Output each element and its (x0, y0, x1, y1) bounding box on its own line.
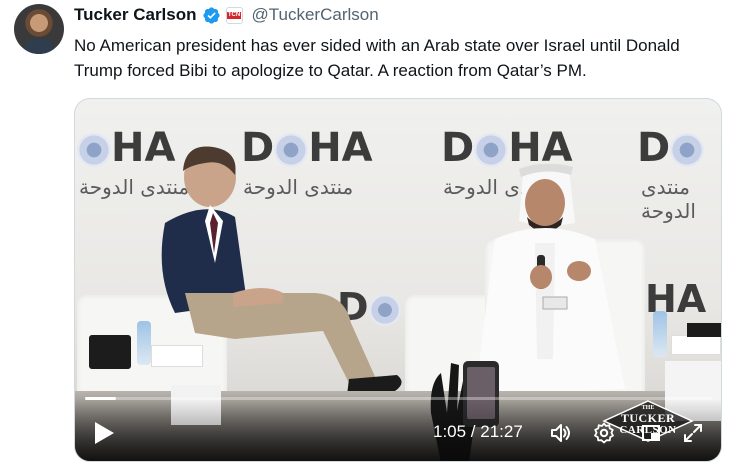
author-handle[interactable]: @TuckerCarlson (252, 5, 379, 25)
tweet-header: Tucker Carlson TCN @TuckerCarlson (74, 3, 379, 27)
backdrop-brand-d: D (441, 125, 475, 171)
fullscreen-icon[interactable] (681, 421, 705, 445)
play-icon[interactable] (93, 421, 115, 445)
affiliation-badge-icon[interactable]: TCN (225, 6, 243, 24)
video-time-display: 1:05 / 21:27 (433, 422, 523, 441)
water-bottle-left (137, 321, 151, 365)
side-table-right (687, 323, 721, 337)
author-avatar[interactable] (14, 4, 64, 54)
affiliation-badge-label: TCN (226, 11, 242, 19)
name-card-right (671, 335, 721, 355)
water-bottle-right (653, 311, 667, 357)
volume-icon[interactable] (549, 421, 573, 445)
tweet-text: No American president has ever sided wit… (74, 36, 680, 80)
pip-icon[interactable] (639, 421, 663, 445)
video-player[interactable]: HA منتدى الدوحة D HA منتدى الدوحة D HA منت… (74, 98, 722, 462)
side-table-left (89, 335, 131, 369)
name-card-left (151, 345, 203, 367)
video-progress-fill (85, 397, 117, 400)
verified-badge-icon[interactable] (202, 6, 221, 25)
author-name[interactable]: Tucker Carlson (74, 5, 197, 25)
